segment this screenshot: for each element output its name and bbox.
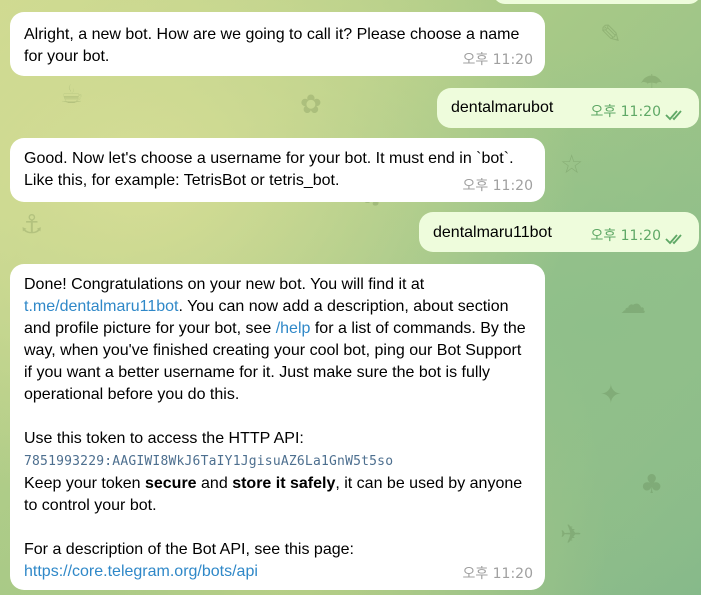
message-time: 오후 11:20	[462, 52, 533, 68]
outgoing-message-partial	[493, 0, 701, 4]
api-token[interactable]: 7851993229:AAGIWI8WkJ6TaIY1JgisuAZ6La1Gn…	[24, 454, 393, 469]
message-text: Good. Now let's choose a username for yo…	[24, 150, 514, 189]
message-text: Alright, a new bot. How are we going to …	[24, 26, 520, 65]
message-time: 오후 11:20	[462, 178, 533, 194]
incoming-message: Done! Congratulations on your new bot. Y…	[10, 264, 545, 590]
message-time: 오후 11:20	[590, 104, 661, 120]
incoming-message: Good. Now let's choose a username for yo…	[10, 138, 545, 202]
message-paragraph: For a description of the Bot API, see th…	[24, 541, 354, 580]
incoming-message: Alright, a new bot. How are we going to …	[10, 12, 545, 76]
double-check-icon	[665, 110, 682, 121]
bot-link[interactable]: t.me/dentalmaru11bot	[24, 298, 178, 315]
outgoing-message: dentalmaru11bot 오후 11:20	[419, 212, 699, 252]
bot-api-link[interactable]: https://core.telegram.org/bots/api	[24, 563, 258, 580]
message-time: 오후 11:20	[590, 228, 661, 244]
message-paragraph: Done! Congratulations on your new bot. Y…	[24, 276, 526, 403]
message-time: 오후 11:20	[462, 566, 533, 582]
outgoing-message: dentalmarubot 오후 11:20	[437, 88, 699, 128]
double-check-icon	[665, 234, 682, 245]
help-command-link[interactable]: /help	[276, 320, 311, 337]
message-paragraph: Use this token to access the HTTP API: 7…	[24, 430, 523, 514]
